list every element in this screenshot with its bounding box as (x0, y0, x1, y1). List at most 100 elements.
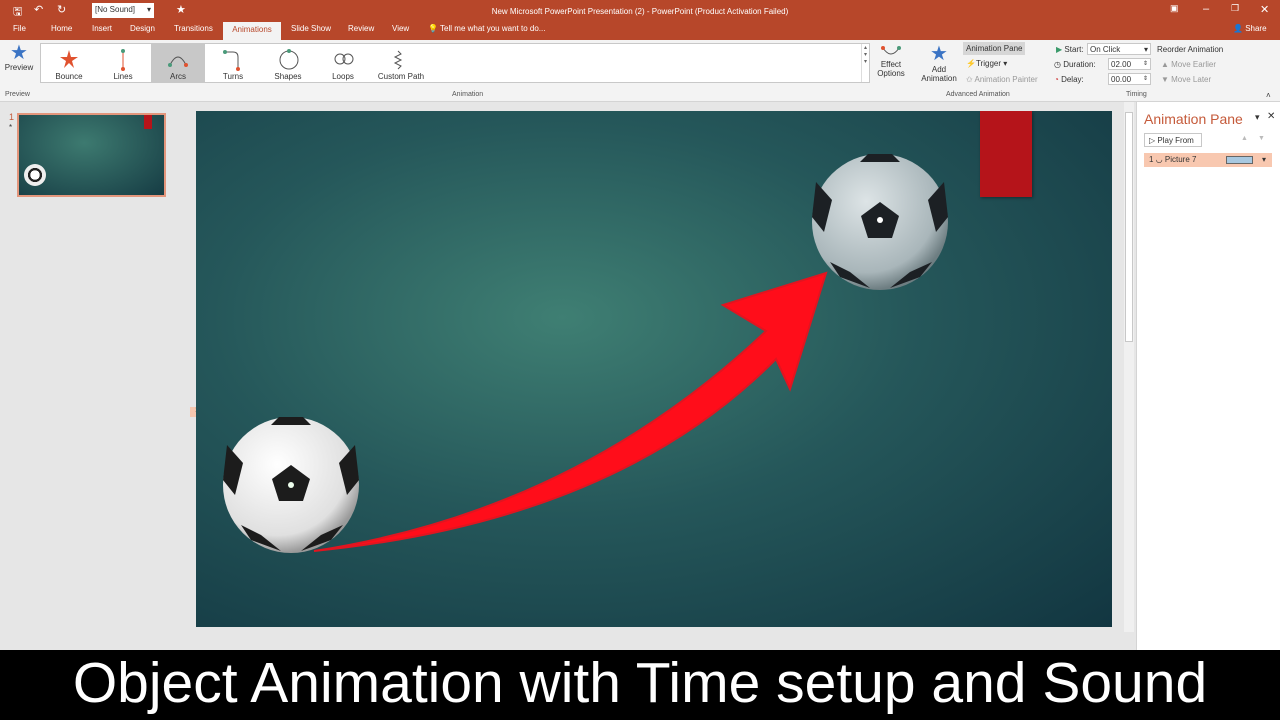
duration-label: ◷ Duration: (1054, 60, 1096, 69)
start-label-text: Start: (1064, 45, 1084, 54)
tab-transitions[interactable]: Transitions (174, 24, 213, 33)
animation-pane-title: Animation Pane (1144, 111, 1243, 127)
add-animation-label-2: Animation (921, 74, 957, 83)
turns-icon (223, 50, 240, 71)
tab-review[interactable]: Review (348, 24, 374, 33)
effect-bounce[interactable]: Bounce (42, 44, 96, 82)
delay-input[interactable]: 00.00 ⇕ (1108, 73, 1151, 85)
animation-star: * (9, 123, 13, 132)
delay-label-text: Delay: (1061, 75, 1084, 84)
tab-insert[interactable]: Insert (92, 24, 112, 33)
play-from-button[interactable]: ▷ Play From (1144, 133, 1202, 147)
play-from-label: Play From (1157, 136, 1194, 145)
share-label: Share (1245, 24, 1267, 33)
animation-pane-button[interactable]: Animation Pane (963, 42, 1026, 55)
duration-label-text: Duration: (1063, 60, 1096, 69)
effect-lines[interactable]: Lines (96, 44, 150, 82)
tab-animations[interactable]: Animations (223, 22, 281, 40)
shapes-icon (279, 49, 299, 70)
effect-options-label-2: Options (877, 69, 905, 78)
tab-view[interactable]: View (392, 24, 409, 33)
effect-label: Loops (332, 72, 354, 81)
custom-path-icon (393, 50, 403, 70)
preview-star-icon: ★ (10, 42, 28, 64)
loops-icon (334, 53, 354, 65)
pane-close-icon[interactable]: ✕ (1267, 111, 1275, 122)
duration-input[interactable]: 02.00 ⇕ (1108, 58, 1151, 70)
caption-banner: Object Animation with Time setup and Sou… (0, 650, 1280, 720)
advanced-group-label: Advanced Animation (946, 91, 1010, 98)
effect-label: Custom Path (377, 72, 425, 81)
preview-label: Preview (4, 63, 34, 72)
title-bar: 🖫 ↶ ↻ [No Sound] ▾ ★ New Microsoft PowerP… (0, 0, 1280, 40)
tell-me-search[interactable]: 💡 Tell me what you want to do... (428, 24, 545, 33)
timing-group-label: Timing (1126, 91, 1147, 98)
animation-pane-label: Animation Pane (966, 44, 1023, 53)
item-index: 1 (1149, 155, 1154, 164)
minimize-icon[interactable]: – (1203, 3, 1209, 15)
tab-slide-show[interactable]: Slide Show (291, 24, 331, 33)
start-dropdown[interactable]: On Click ▾ (1087, 43, 1151, 55)
lightning-icon: ⚡ (966, 59, 976, 68)
item-name: Picture 7 (1164, 155, 1197, 164)
red-arc-arrow (313, 271, 828, 552)
effect-custom-path[interactable]: Custom Path (371, 44, 431, 82)
duration-value: 02.00 (1111, 60, 1132, 69)
ribbon-display-icon[interactable]: ▣ (1170, 3, 1179, 14)
move-later-button[interactable]: ▼ Move Later (1161, 75, 1211, 84)
vertical-scrollbar[interactable] (1124, 102, 1134, 632)
slide-art (223, 154, 948, 553)
effect-arcs[interactable]: Arcs (151, 44, 205, 82)
effect-options-button[interactable]: Effect Options (876, 44, 906, 78)
reorder-label: Reorder Animation (1157, 45, 1224, 54)
animation-group-label: Animation (452, 91, 484, 98)
move-down-icon[interactable]: ▼ (1258, 135, 1265, 142)
preview-group-label: Preview (5, 91, 30, 98)
trigger-label: Trigger (975, 59, 1002, 68)
move-later-label: Move Later (1171, 75, 1212, 84)
effect-turns[interactable]: Turns (206, 44, 260, 82)
add-animation-icon: ★ (930, 43, 948, 65)
collapse-ribbon-icon[interactable]: ˄ (1266, 91, 1271, 100)
animation-list-item[interactable]: 1 ◡ Picture 7 ▾ (1144, 153, 1272, 167)
effect-loops[interactable]: Loops (316, 44, 370, 82)
animation-painter-button[interactable]: ✩ Animation Painter (966, 75, 1038, 84)
arcs-icon (168, 56, 188, 67)
effect-label: Shapes (274, 72, 302, 81)
thumb-ball (24, 164, 46, 186)
trigger-button[interactable]: ⚡Trigger ▾ (966, 59, 1007, 68)
slide-number: 1 (9, 112, 15, 122)
animation-gallery: Bounce Lines Arcs Turns Shapes Loops Cus… (40, 43, 870, 83)
lines-icon (121, 49, 125, 71)
slide-thumbnail[interactable] (17, 113, 166, 197)
effect-shapes[interactable]: Shapes (261, 44, 315, 82)
move-up-icon[interactable]: ▲ (1241, 135, 1248, 142)
close-icon[interactable]: ✕ (1260, 3, 1269, 16)
tab-design[interactable]: Design (130, 24, 155, 33)
tell-me-text: Tell me what you want to do... (440, 24, 546, 33)
thumb-red-bar (144, 115, 152, 129)
pane-options-icon[interactable]: ▾ (1255, 112, 1260, 123)
tab-home[interactable]: Home (51, 24, 72, 33)
share-button[interactable]: 👤 Share (1233, 24, 1267, 33)
move-earlier-button[interactable]: ▲ Move Earlier (1161, 60, 1216, 69)
add-animation-button[interactable]: ★ Add Animation (918, 43, 960, 83)
tab-file[interactable]: File (13, 24, 26, 33)
soccer-ball-start (223, 417, 359, 553)
scroll-thumb[interactable] (1125, 112, 1133, 342)
gallery-scroll[interactable]: ▴ ▾ ▾ (861, 44, 869, 82)
start-label: ▶ Start: (1056, 45, 1084, 54)
delay-value: 00.00 (1111, 75, 1132, 84)
effect-label: Arcs (170, 72, 186, 81)
effect-options-label-1: Effect (880, 60, 902, 69)
start-value: On Click (1090, 45, 1121, 54)
soccer-ball-end (812, 154, 948, 290)
item-dropdown-icon[interactable]: ▾ (1262, 155, 1266, 164)
restore-icon[interactable]: ❐ (1231, 3, 1239, 14)
slide-canvas[interactable] (196, 111, 1112, 627)
preview-button[interactable]: ★ Preview (4, 43, 34, 72)
effect-label: Turns (222, 72, 244, 81)
animation-pane: Animation Pane ▾ ✕ ▷ Play From ▲ ▼ 1 ◡ P… (1136, 102, 1280, 650)
add-animation-label-1: Add (931, 65, 947, 74)
delay-label: ◔ Delay: (1054, 75, 1084, 84)
